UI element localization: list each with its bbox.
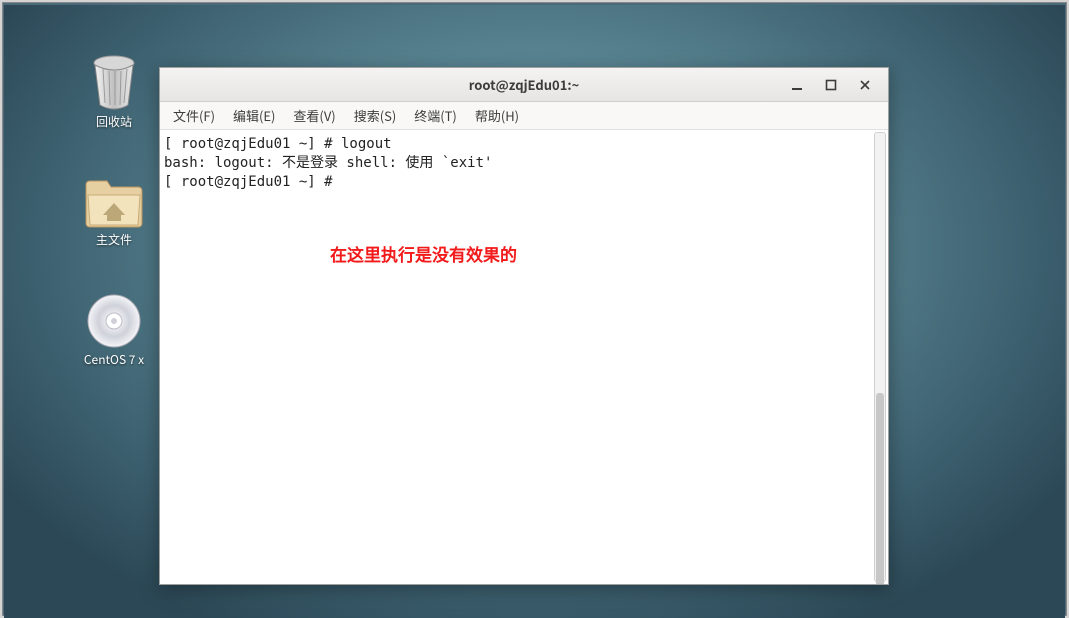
desktop-icon-home-folder[interactable]: 主文件 [74,175,154,248]
menu-edit[interactable]: 编辑(E) [226,103,282,128]
minimize-icon [791,79,803,91]
menu-view[interactable]: 查看(V) [286,103,342,128]
desktop-icons-area: 回收站 主文件 [74,53,154,368]
menubar: 文件(F) 编辑(E) 查看(V) 搜索(S) 终端(T) 帮助(H) [160,102,888,130]
terminal-line: bash: logout: 不是登录 shell: 使用 `exit' [164,155,492,171]
terminal-window: root@zqjEdu01:~ 文件(F) 编辑(E) 查看(V) 搜索(S) … [159,67,889,585]
scrollbar-thumb[interactable] [876,393,884,584]
titlebar[interactable]: root@zqjEdu01:~ [160,68,888,102]
desktop-icon-centos-cd[interactable]: CentOS 7 x [74,293,154,368]
cd-disc-icon [86,293,142,349]
menu-file[interactable]: 文件(F) [166,103,222,128]
menu-search[interactable]: 搜索(S) [347,103,404,128]
menu-help[interactable]: 帮助(H) [468,103,526,128]
scrollbar[interactable] [874,132,886,582]
close-button[interactable] [848,73,882,97]
menu-terminal[interactable]: 终端(T) [407,103,464,128]
close-icon [859,79,871,91]
trash-icon [87,53,141,111]
annotation-text: 在这里执行是没有效果的 [330,245,517,268]
terminal-body[interactable]: [ root@zqjEdu01 ~] # logout bash: logout… [160,130,888,584]
desktop-background: 回收站 主文件 [4,5,1065,618]
desktop-icon-trash[interactable]: 回收站 [74,53,154,130]
desktop-icon-label: 主文件 [96,231,132,248]
desktop-icon-label: 回收站 [96,113,132,130]
desktop-icon-label: CentOS 7 x [84,351,144,368]
window-title: root@zqjEdu01:~ [469,75,580,94]
minimize-button[interactable] [780,73,814,97]
terminal-line: [ root@zqjEdu01 ~] # [164,174,341,190]
folder-home-icon [83,175,145,229]
maximize-icon [825,79,837,91]
terminal-line: [ root@zqjEdu01 ~] # logout [164,136,392,152]
maximize-button[interactable] [814,73,848,97]
